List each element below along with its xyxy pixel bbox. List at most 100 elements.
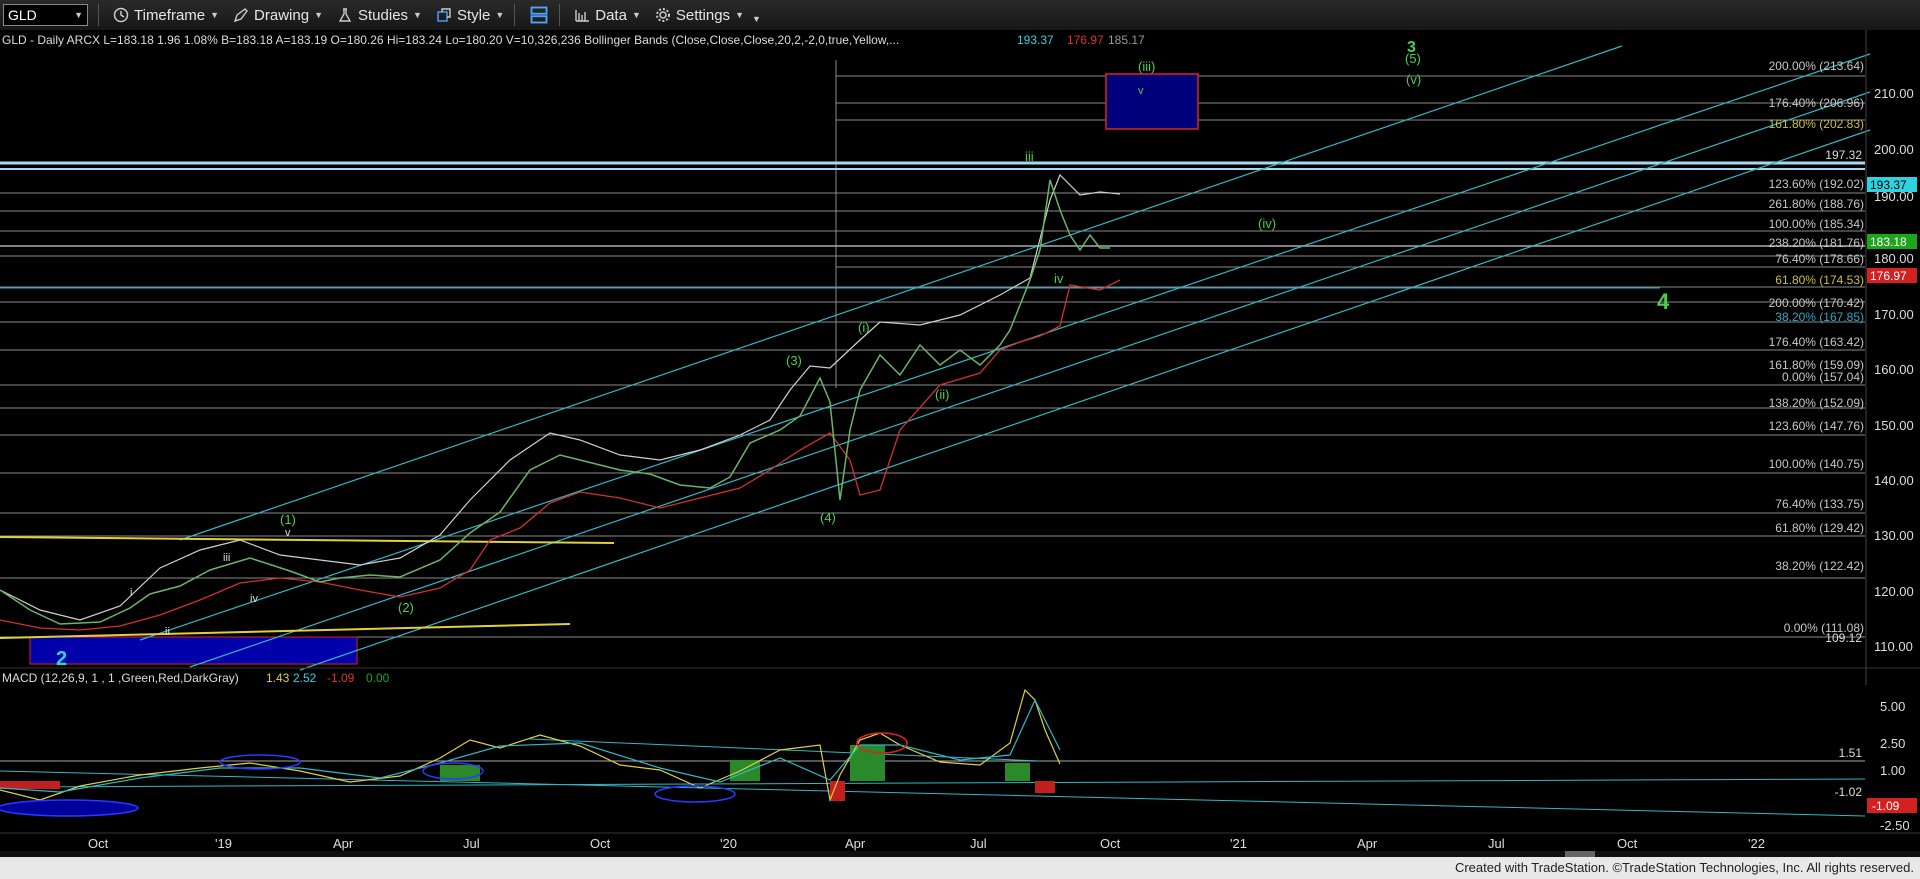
low-label: 109.12 [1825,631,1862,645]
layout-button[interactable] [529,5,549,25]
flask-icon [338,8,352,22]
x-tick: Oct [590,836,611,851]
fib-label: 61.80% (174.53) [1775,273,1864,287]
x-tick: Jul [463,836,480,851]
toolbar-overflow-icon[interactable]: ▼ [752,14,761,24]
layout-icon [530,6,548,24]
wave-label: (3) [786,353,802,368]
fib-label: 261.80% (188.76) [1769,197,1864,211]
price-tick: 150.00 [1874,418,1914,433]
studies-menu[interactable]: Studies ▼ [337,7,422,24]
toolbar-divider [559,4,561,26]
toolbar-divider [514,4,516,26]
pencil-icon [233,8,248,23]
fib-label: 38.20% (122.42) [1775,559,1864,573]
macd-signal-value: 2.52 [293,671,317,685]
price-tick: 130.00 [1874,528,1914,543]
svg-text:176.97: 176.97 [1870,269,1907,283]
wave-label: iii [223,552,230,564]
fib-label: 200.00% (170.42) [1769,296,1864,310]
macd-zero-value: 0.00 [366,671,390,685]
data-menu[interactable]: Data ▼ [574,7,641,24]
price-tick: 200.00 [1874,142,1914,157]
x-tick: Oct [1617,836,1638,851]
fib-label: 123.60% (147.76) [1769,419,1864,433]
bar-chart-icon [575,10,590,22]
price-tick: 110.00 [1874,639,1913,654]
fib-label: 161.80% (202.83) [1769,117,1864,131]
target-box [1105,73,1199,130]
style-menu[interactable]: Style ▼ [436,7,504,24]
fib-label: 0.00% (157.04) [1782,370,1864,384]
wave-label: (2) [398,600,414,615]
fib-label: 76.40% (133.75) [1775,497,1864,511]
x-tick: Apr [333,836,354,851]
caret-down-icon: ▼ [314,10,323,20]
x-tick: Apr [845,836,866,851]
symbol-header: GLD - Daily ARCX L=183.18 1.96 1.08% B=1… [2,33,899,47]
svg-text:193.37: 193.37 [1870,178,1907,192]
caret-down-icon: ▼ [413,10,422,20]
macd-diff-value: -1.09 [327,671,355,685]
chart-area[interactable]: GLD - Daily ARCX L=183.18 1.96 1.08% B=1… [0,30,1920,857]
price-tag-red: 176.97 [1867,268,1917,283]
style-label: Style [456,6,491,24]
macd-tick: 5.00 [1880,699,1905,714]
macd-tick: -2.50 [1880,818,1910,833]
fib-label: 176.40% (163.42) [1769,335,1864,349]
wave-label: (5) [1405,51,1421,66]
drawing-menu[interactable]: Drawing ▼ [233,7,323,24]
x-tick: Oct [88,836,109,851]
fib-label: 61.80% (129.42) [1775,521,1864,535]
symbol-value: GLD [8,7,37,23]
macd-tick: 1.00 [1880,763,1905,778]
svg-text:183.18: 183.18 [1870,235,1907,249]
wave-label: (iv) [1258,216,1276,231]
price-tick: 160.00 [1874,362,1914,377]
toolbar-divider [98,4,99,26]
x-tick: '22 [1748,836,1765,851]
caret-down-icon: ▼ [735,10,744,20]
macd-neg-label: -1.02 [1835,785,1863,799]
price-tag-cyan: 193.37 [1867,177,1917,192]
wave-label: (iii) [1138,59,1155,74]
price-tick: 170.00 [1874,307,1914,322]
caret-down-icon: ▼ [631,10,641,20]
chevron-down-icon[interactable]: ▼ [74,10,83,20]
studies-label: Studies [358,6,409,24]
wave-label: iv [1054,271,1064,286]
fib-label: 200.00% (213.64) [1769,59,1864,73]
gear-icon [655,8,670,22]
macd-header: MACD (12,26,9, 1 , 1 ,Green,Red,DarkGray… [2,671,239,685]
level-label: 197.32 [1825,148,1862,162]
price-tick: 140.00 [1874,473,1914,488]
price-tick: 210.00 [1874,86,1914,101]
wave-label: v [1138,85,1144,97]
wave-label: ii [165,626,170,638]
macd-value-label: 1.51 [1839,746,1863,760]
fib-label: 100.00% (185.34) [1769,217,1864,231]
bb-upper-value: 193.37 [1017,33,1054,47]
wave-label: (v) [1406,72,1421,87]
x-tick: Apr [1357,836,1378,851]
wave-label: i [130,587,132,599]
settings-menu[interactable]: Settings ▼ [655,7,744,24]
price-tag-green: 183.18 [1867,234,1917,249]
x-tick: '20 [720,836,737,851]
fib-label: 176.40% (206.96) [1769,96,1864,110]
drawing-label: Drawing [254,6,310,24]
wave-label: 4 [1657,289,1670,314]
macd-tag-red: -1.09 [1867,798,1917,813]
symbol-input[interactable]: GLD ▼ [3,4,88,26]
timeframe-label: Timeframe [134,6,206,24]
x-tick: Oct [1100,836,1121,851]
price-tick: 120.00 [1874,584,1914,599]
wave-label: (4) [820,510,836,525]
bb-lower-value: 176.97 [1067,33,1104,47]
fib-label: 100.00% (140.75) [1769,457,1864,471]
timeframe-menu[interactable]: Timeframe ▼ [113,7,219,24]
wave-label: v [285,527,291,539]
fib-label: 38.20% (167.85) [1775,310,1864,324]
wave-label: iii [1025,149,1034,164]
caret-down-icon: ▼ [495,10,505,20]
